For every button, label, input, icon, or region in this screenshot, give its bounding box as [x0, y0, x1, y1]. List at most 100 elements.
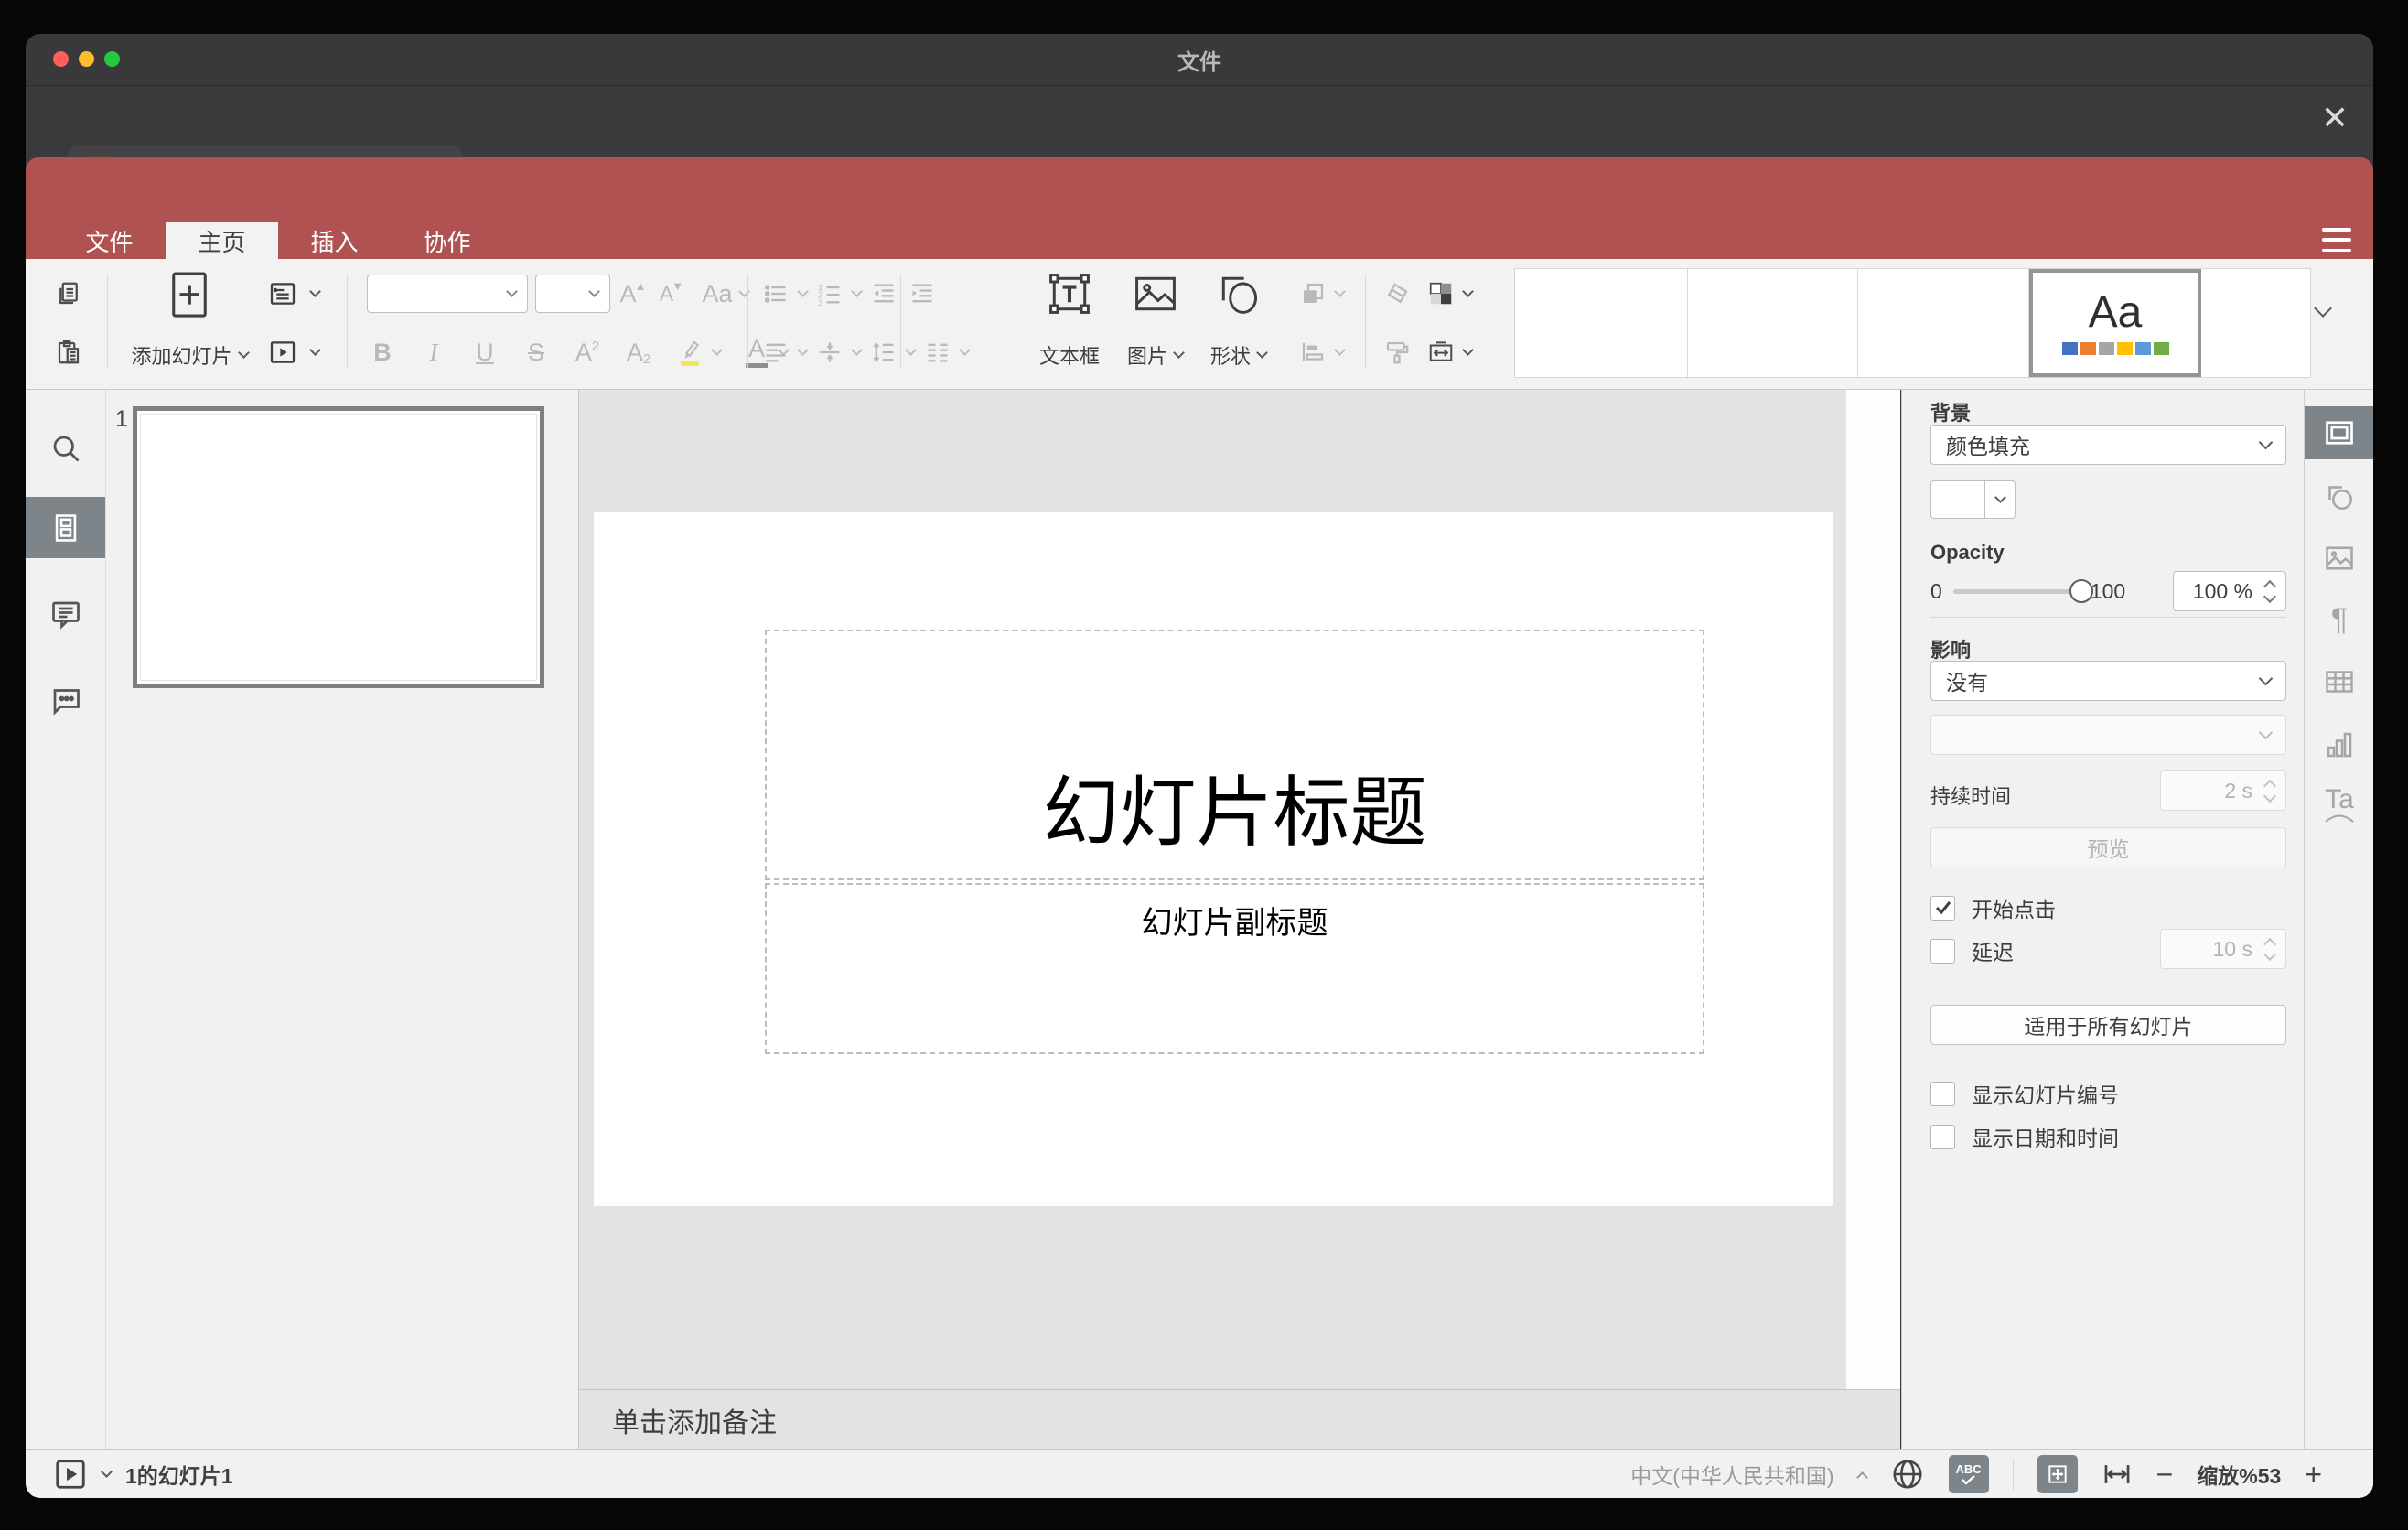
show-date-time-row: 显示日期和时间 [1930, 1121, 2286, 1152]
slideshow-options-icon[interactable] [101, 1466, 113, 1478]
tab-file[interactable]: 文件 [53, 222, 166, 259]
shape-settings-button[interactable] [2305, 470, 2373, 523]
chart-settings-button[interactable] [2305, 718, 2373, 771]
image-settings-button[interactable] [2305, 532, 2373, 585]
slide-settings-button[interactable] [2305, 406, 2373, 459]
apply-to-all-button[interactable]: 适用于所有幻灯片 [1930, 1005, 2286, 1045]
paragraph-settings-button[interactable]: ¶ [2305, 593, 2373, 646]
slides-panel-button[interactable] [26, 497, 105, 558]
menu-icon[interactable] [2322, 228, 2351, 252]
opacity-spinner[interactable]: 100 % [2173, 571, 2286, 611]
textart-settings-button[interactable]: Ta [2305, 778, 2373, 831]
fit-to-slide-toggle[interactable] [2037, 1455, 2078, 1493]
chat-button[interactable] [26, 669, 105, 730]
apply-to-all-label: 适用于所有幻灯片 [2024, 1015, 2193, 1039]
start-slideshow-icon[interactable] [267, 337, 298, 368]
language-caret-icon[interactable] [1855, 1471, 1868, 1483]
opacity-value: 100 % [2192, 578, 2252, 603]
columns-icon[interactable] [922, 337, 953, 368]
add-slide-button[interactable]: 添加幻灯片 [121, 270, 258, 376]
show-slide-number-label: 显示幻灯片编号 [1972, 1083, 2119, 1107]
comments-button[interactable] [26, 583, 105, 644]
close-icon[interactable]: ✕ [2317, 100, 2353, 136]
preview-button: 预览 [1930, 827, 2286, 867]
theme-option[interactable] [1515, 269, 1688, 377]
numbered-list-icon[interactable]: 123 [814, 278, 845, 309]
language-label[interactable]: 中文(中华人民共和国) [1630, 1459, 1833, 1490]
font-size-select[interactable] [535, 275, 610, 313]
editor-header: 产品介绍.pptx adm***@dootask.com 文件 主页 插入 协作 [26, 157, 2373, 326]
show-date-time-checkbox[interactable] [1930, 1124, 1955, 1149]
delay-checkbox[interactable] [1930, 938, 1955, 964]
background-color-picker[interactable] [1930, 480, 2286, 519]
zoom-in-button[interactable]: + [2305, 1460, 2322, 1489]
document-language-icon[interactable] [1890, 1457, 1925, 1492]
slide-thumbnail[interactable] [133, 406, 544, 688]
copy-icon[interactable] [53, 278, 84, 309]
slide-layout-group [267, 270, 321, 376]
theme-option[interactable] [1688, 269, 1858, 377]
tab-home[interactable]: 主页 [166, 222, 278, 259]
text-box-button[interactable]: 文本框 [1039, 270, 1100, 376]
notes-area[interactable]: 单击添加备注 [579, 1389, 1900, 1450]
show-date-time-label: 显示日期和时间 [1972, 1126, 2119, 1150]
vertical-align-icon[interactable] [814, 337, 845, 368]
tab-insert[interactable]: 插入 [278, 222, 391, 259]
font-name-select[interactable] [367, 275, 528, 313]
insert-shape-button[interactable]: 形状 [1210, 270, 1268, 376]
horizontal-align-icon[interactable] [760, 337, 791, 368]
spellcheck-toggle[interactable]: ABC [1948, 1455, 1989, 1493]
theme-option[interactable] [2201, 269, 2310, 377]
start-on-click-checkbox[interactable] [1930, 895, 1955, 921]
effect-select[interactable]: 没有 [1930, 661, 2286, 701]
slide-layout-icon[interactable] [267, 278, 298, 309]
slide-settings-panel: 背景 颜色填充 Opacity 0 100 100 % 影响 没有 持续时间 2… [1901, 390, 2304, 1450]
font-group: A ▲ A ▼ Aa B I U S A2 A2 A [367, 270, 790, 376]
opacity-slider-knob[interactable] [2069, 578, 2093, 603]
slide[interactable]: 幻灯片标题 幻灯片副标题 [594, 512, 1833, 1206]
search-button[interactable] [26, 417, 105, 479]
fit-to-width-button[interactable] [2102, 1459, 2133, 1490]
table-settings-button[interactable] [2305, 655, 2373, 708]
increase-indent-icon[interactable] [907, 278, 938, 309]
superscript-icon[interactable]: A2 [572, 337, 603, 368]
zoom-out-button[interactable]: − [2156, 1460, 2174, 1489]
italic-icon[interactable]: I [418, 337, 449, 368]
vertical-scrollbar[interactable] [1846, 390, 1900, 1389]
tab-collaboration[interactable]: 协作 [391, 222, 503, 259]
increase-font-icon[interactable]: A ▲ [618, 278, 649, 309]
subtitle-placeholder[interactable]: 幻灯片副标题 [765, 883, 1704, 1054]
align-shape-icon[interactable] [1297, 337, 1328, 368]
theme-gallery-expand-icon[interactable] [2314, 299, 2332, 319]
strikethrough-icon[interactable]: S [521, 337, 552, 368]
slide-subtitle-text: 幻灯片副标题 [1141, 906, 1328, 941]
background-fill-select[interactable]: 颜色填充 [1930, 425, 2286, 465]
minimize-traffic-light[interactable] [79, 51, 94, 67]
paste-icon[interactable] [53, 337, 84, 368]
change-case-icon[interactable]: Aa [694, 278, 740, 309]
subscript-icon[interactable]: A2 [623, 337, 654, 368]
theme-option[interactable] [1858, 269, 2029, 377]
arrange-shape-icon[interactable] [1297, 278, 1328, 309]
highlight-color-icon[interactable] [674, 337, 705, 368]
line-spacing-icon[interactable] [868, 337, 899, 368]
slide-size-icon[interactable] [1425, 337, 1457, 368]
spellcheck-glyph: ABC [1955, 1462, 1982, 1476]
insert-image-button[interactable]: 图片 [1127, 270, 1185, 376]
theme-option-selected[interactable]: Aa [2029, 269, 2201, 377]
zoom-traffic-light[interactable] [104, 51, 120, 67]
clear-style-icon[interactable] [1381, 278, 1413, 309]
copy-style-icon[interactable] [1381, 337, 1413, 368]
decrease-indent-icon[interactable] [868, 278, 899, 309]
bullet-list-icon[interactable] [760, 278, 791, 309]
bold-icon[interactable]: B [367, 337, 398, 368]
start-slideshow-statusbar-icon[interactable] [53, 1457, 88, 1492]
delay-label: 延迟 [1972, 941, 2014, 964]
close-traffic-light[interactable] [53, 51, 69, 67]
color-scheme-icon[interactable] [1425, 278, 1457, 309]
opacity-slider[interactable] [1952, 578, 2093, 603]
underline-icon[interactable]: U [469, 337, 500, 368]
show-slide-number-checkbox[interactable] [1930, 1081, 1955, 1106]
title-placeholder[interactable]: 幻灯片标题 [765, 630, 1704, 880]
decrease-font-icon[interactable]: A ▼ [656, 278, 687, 309]
